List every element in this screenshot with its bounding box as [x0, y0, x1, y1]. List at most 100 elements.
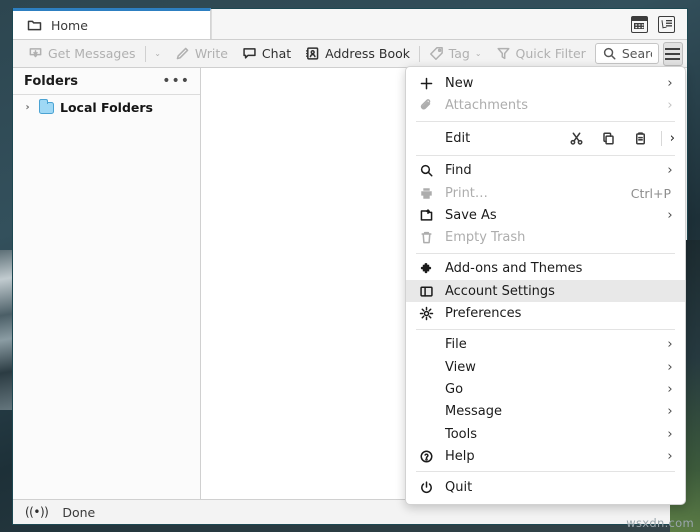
- menu-item-new-label: New: [445, 75, 474, 91]
- edit-actions: ›: [561, 130, 675, 146]
- write-button[interactable]: Write: [168, 43, 235, 65]
- status-text: Done: [62, 504, 96, 520]
- paperclip-icon: [419, 98, 439, 113]
- menu-item-empty-trash[interactable]: Empty Trash: [406, 226, 685, 248]
- chevron-right-icon: ›: [667, 97, 673, 113]
- tasks-icon[interactable]: [658, 15, 675, 33]
- power-icon: [419, 480, 439, 495]
- menu-item-print-shortcut: Ctrl+P: [630, 185, 671, 201]
- menu-separator: [416, 252, 675, 254]
- signal-icon: ((•)): [25, 505, 49, 519]
- chevron-right-icon: ›: [667, 337, 673, 353]
- save-as-icon: [419, 208, 439, 223]
- menu-item-help[interactable]: Help ›: [406, 445, 685, 467]
- search-icon: [419, 163, 439, 178]
- download-icon: [28, 46, 43, 61]
- menu-item-account-settings-label: Account Settings: [445, 283, 555, 299]
- quick-filter-button[interactable]: Quick Filter: [489, 43, 593, 65]
- folder-pane-more-button[interactable]: •••: [162, 74, 190, 88]
- tab-strip-spacer: [211, 9, 623, 39]
- menu-item-quit[interactable]: Quit: [406, 476, 685, 498]
- app-menu-popup: New › Attachments › Edit › Find › Print……: [405, 66, 686, 505]
- menu-item-new[interactable]: New ›: [406, 72, 685, 94]
- address-book-button[interactable]: Address Book: [298, 43, 417, 65]
- printer-icon: [419, 186, 439, 201]
- main-toolbar: Get Messages ⌄ Write Chat Address Book T…: [13, 40, 687, 68]
- chevron-right-icon: ›: [669, 130, 675, 146]
- tab-home[interactable]: Home: [13, 8, 211, 39]
- toolbar-divider: [144, 45, 146, 62]
- chevron-right-icon: ›: [667, 163, 673, 179]
- chevron-right-icon: ›: [667, 359, 673, 375]
- menu-item-addons-and-themes[interactable]: Add-ons and Themes: [406, 258, 685, 280]
- menu-item-message[interactable]: Message ›: [406, 401, 685, 423]
- quick-filter-label: Quick Filter: [515, 46, 586, 61]
- chat-bubble-icon: [242, 46, 257, 61]
- chat-label: Chat: [261, 46, 292, 61]
- copy-icon[interactable]: [593, 131, 625, 146]
- folder-item-local-folders[interactable]: › Local Folders: [13, 95, 200, 120]
- gear-icon: [419, 306, 439, 321]
- address-book-label: Address Book: [325, 46, 411, 61]
- menu-item-empty-trash-label: Empty Trash: [445, 230, 526, 246]
- menu-item-preferences-label: Preferences: [445, 306, 522, 322]
- menu-item-save-as[interactable]: Save As ›: [406, 204, 685, 226]
- chevron-down-icon: ⌄: [474, 48, 482, 58]
- menu-item-help-label: Help: [445, 448, 475, 464]
- menu-item-addons-and-themes-label: Add-ons and Themes: [445, 261, 583, 277]
- account-settings-icon: [419, 284, 439, 299]
- menu-item-view-label: View: [445, 359, 476, 375]
- calendar-icon[interactable]: [631, 15, 648, 33]
- menu-item-message-label: Message: [445, 404, 502, 420]
- menu-item-tools[interactable]: Tools ›: [406, 423, 685, 445]
- app-menu-icon-bar: [665, 47, 681, 50]
- search-input-value: Search <(: [621, 46, 652, 61]
- trash-icon: [419, 230, 439, 245]
- menu-item-preferences[interactable]: Preferences: [406, 302, 685, 324]
- tag-icon: [429, 46, 444, 61]
- write-label: Write: [194, 46, 228, 61]
- tab-strip: Home: [13, 8, 687, 40]
- tag-button[interactable]: Tag ⌄: [422, 43, 489, 65]
- folder-icon: [27, 18, 42, 33]
- menu-item-find[interactable]: Find ›: [406, 160, 685, 182]
- menu-item-view[interactable]: View ›: [406, 356, 685, 378]
- menu-item-quit-label: Quit: [445, 480, 473, 496]
- chevron-right-icon: ›: [667, 448, 673, 464]
- chevron-right-icon: ›: [667, 381, 673, 397]
- tab-strip-icon-group: [623, 9, 687, 39]
- search-input[interactable]: Search <(: [594, 43, 659, 64]
- get-messages-label: Get Messages: [48, 46, 136, 61]
- folder-item-label: Local Folders: [60, 100, 153, 115]
- menu-separator: [416, 328, 675, 330]
- chat-button[interactable]: Chat: [235, 43, 298, 65]
- paste-icon[interactable]: [625, 131, 657, 146]
- chevron-right-icon: ›: [667, 426, 673, 442]
- get-messages-button[interactable]: Get Messages: [21, 43, 143, 65]
- menu-item-tools-label: Tools: [445, 426, 478, 442]
- menu-separator: [416, 154, 675, 156]
- folder-pane-title: Folders: [24, 73, 79, 89]
- menu-item-go-label: Go: [445, 381, 464, 397]
- cut-icon[interactable]: [561, 131, 593, 146]
- desktop-background: Home Get Messages ⌄ Write Chat Address B…: [0, 0, 700, 532]
- chevron-down-icon: ⌄: [154, 48, 161, 58]
- menu-item-go[interactable]: Go ›: [406, 378, 685, 400]
- menu-item-print[interactable]: Print… Ctrl+P: [406, 182, 685, 204]
- get-messages-dropdown[interactable]: ⌄: [147, 43, 168, 65]
- tab-home-label: Home: [51, 17, 88, 33]
- chevron-right-icon: ›: [667, 75, 673, 91]
- menu-item-edit-label: Edit: [445, 130, 471, 146]
- chevron-right-icon[interactable]: ›: [22, 102, 33, 113]
- address-book-icon: [305, 46, 320, 61]
- menu-item-attachments-label: Attachments: [445, 97, 528, 113]
- menu-item-file[interactable]: File ›: [406, 334, 685, 356]
- menu-item-account-settings[interactable]: Account Settings: [406, 280, 685, 303]
- app-menu-button[interactable]: [662, 41, 683, 66]
- menu-item-attachments[interactable]: Attachments ›: [406, 94, 685, 116]
- help-icon: [419, 449, 439, 464]
- plus-icon: [419, 76, 439, 91]
- menu-item-print-label: Print…: [445, 185, 488, 201]
- app-menu-icon-bar: [665, 52, 681, 55]
- folder-pane-header: Folders •••: [13, 68, 200, 95]
